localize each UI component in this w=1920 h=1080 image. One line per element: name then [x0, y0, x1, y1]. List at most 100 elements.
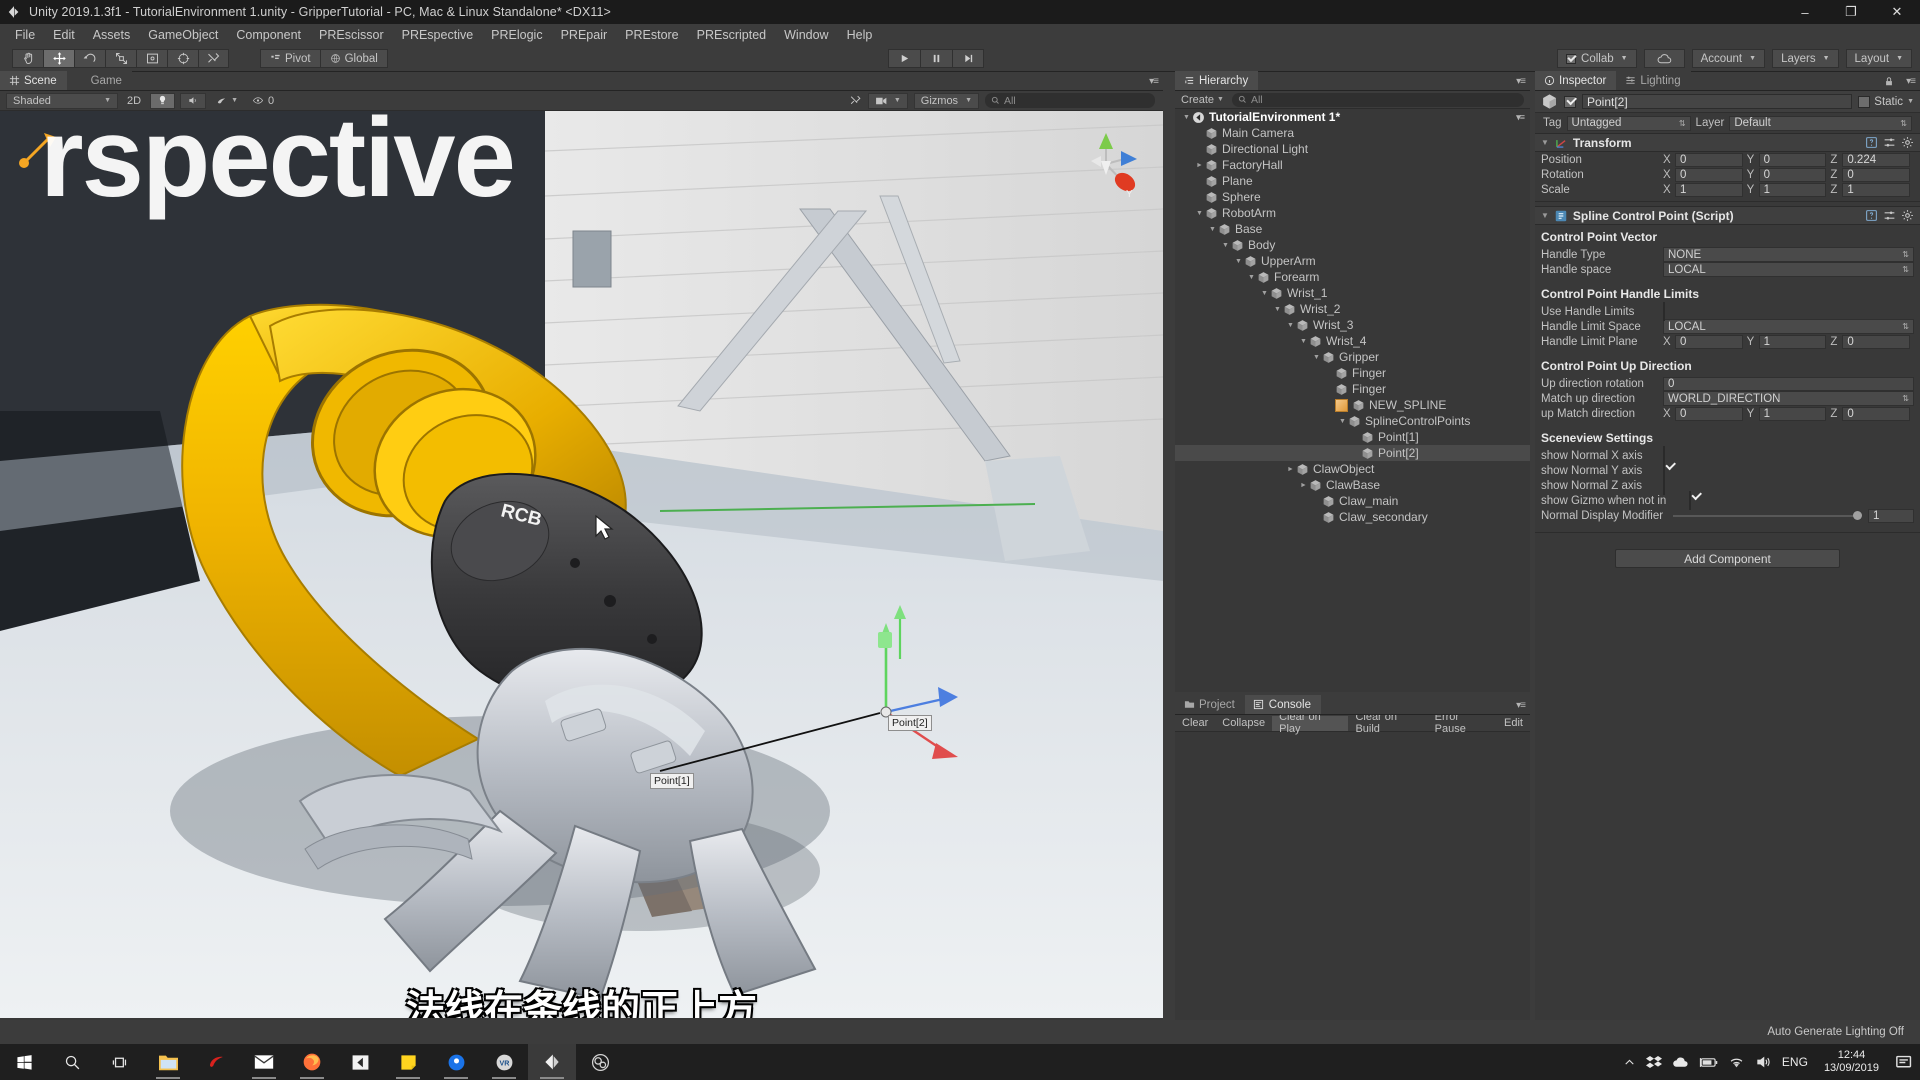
- transform-component-header[interactable]: ▼ Transform: [1535, 133, 1920, 152]
- camera-settings-button[interactable]: ▼: [867, 92, 908, 109]
- tab-game[interactable]: Game: [66, 71, 132, 90]
- menu-item-prestore[interactable]: PREstore: [616, 26, 688, 44]
- transform-rotation-z-field[interactable]: 0: [1842, 167, 1911, 182]
- minimize-button[interactable]: –: [1782, 0, 1828, 24]
- hierarchy-item-upperarm[interactable]: ▼ UpperArm: [1175, 253, 1530, 269]
- transform-position-x-field[interactable]: 0: [1675, 152, 1743, 167]
- hierarchy-tree[interactable]: ▼ TutorialEnvironment 1* ▾≡ Main Camera Dire…: [1175, 109, 1530, 692]
- hierarchy-item-wrist-3[interactable]: ▼ Wrist_3: [1175, 317, 1530, 333]
- collab-button[interactable]: Collab ▼: [1557, 49, 1637, 68]
- notifications-icon[interactable]: [1895, 1054, 1914, 1071]
- task-view-button[interactable]: [96, 1044, 144, 1080]
- menu-item-prespective[interactable]: PREspective: [393, 26, 483, 44]
- hierarchy-tab-menu-icon[interactable]: ▾≡: [1516, 76, 1526, 87]
- vr-app-button[interactable]: VR: [480, 1044, 528, 1080]
- scene-tab-menu-icon[interactable]: ▾≡: [1149, 76, 1159, 87]
- chevron-down-icon[interactable]: ▼: [1194, 208, 1205, 219]
- hierarchy-item-main-camera[interactable]: Main Camera: [1175, 125, 1530, 141]
- hierarchy-item-tutorialenvironment-1[interactable]: ▼ TutorialEnvironment 1* ▾≡: [1175, 109, 1530, 125]
- dropbox-icon[interactable]: [1645, 1054, 1662, 1070]
- rect-tool-button[interactable]: [136, 49, 167, 68]
- transform-tool-button[interactable]: [167, 49, 198, 68]
- show-gizmo-checkbox[interactable]: [1689, 490, 1691, 510]
- up-match-y-field[interactable]: 1: [1758, 406, 1827, 421]
- console-tab-menu-icon[interactable]: ▾≡: [1516, 700, 1526, 711]
- rotate-tool-button[interactable]: [74, 49, 105, 68]
- hierarchy-item-body[interactable]: ▼ Body: [1175, 237, 1530, 253]
- transform-position-y-field[interactable]: 0: [1758, 152, 1827, 167]
- slider-knob[interactable]: [1853, 511, 1862, 520]
- clock[interactable]: 12:44 13/09/2019: [1818, 1049, 1885, 1075]
- normal-display-modifier-value[interactable]: 1: [1868, 509, 1914, 523]
- foldout-arrow-icon[interactable]: ▼: [1541, 211, 1549, 220]
- scene-tools-icon[interactable]: [849, 94, 862, 107]
- handle-space-dropdown[interactable]: LOCAL ⇅: [1663, 262, 1914, 277]
- audio-toggle-button[interactable]: [180, 92, 207, 109]
- hierarchy-item-forearm[interactable]: ▼ Forearm: [1175, 269, 1530, 285]
- lighting-toggle-button[interactable]: [150, 92, 176, 109]
- chevron-down-icon[interactable]: ▼: [1285, 320, 1296, 331]
- hierarchy-item-base[interactable]: ▼ Base: [1175, 221, 1530, 237]
- hierarchy-item-clawobject[interactable]: ► ClawObject: [1175, 461, 1530, 477]
- console-clear-button[interactable]: Clear: [1175, 716, 1215, 731]
- scene-orientation-gizmo[interactable]: Y: [1071, 129, 1141, 199]
- onedrive-icon[interactable]: [1672, 1056, 1689, 1069]
- up-match-x-field[interactable]: 0: [1675, 406, 1743, 421]
- file-explorer-button[interactable]: [144, 1044, 192, 1080]
- static-toggle[interactable]: Static ▼: [1858, 95, 1914, 108]
- show-normal-z-checkbox[interactable]: [1663, 475, 1665, 495]
- console-log-area[interactable]: [1175, 732, 1530, 1020]
- gizmos-dropdown[interactable]: Gizmos ▼: [913, 92, 979, 109]
- menu-item-window[interactable]: Window: [775, 26, 837, 44]
- language-indicator[interactable]: ENG: [1782, 1055, 1808, 1069]
- console-collapse-button[interactable]: Collapse: [1215, 716, 1272, 731]
- chevron-down-icon[interactable]: ▼: [1207, 224, 1218, 235]
- chevron-down-icon[interactable]: ▼: [1233, 256, 1244, 267]
- play-button[interactable]: [888, 49, 920, 68]
- transform-position-z-field[interactable]: 0.224: [1842, 152, 1911, 167]
- layer-dropdown[interactable]: Default ⇅: [1729, 115, 1912, 131]
- chevron-down-icon[interactable]: ▼: [1246, 272, 1257, 283]
- close-button[interactable]: ✕: [1874, 0, 1920, 24]
- hierarchy-item-factoryhall[interactable]: ► FactoryHall: [1175, 157, 1530, 173]
- hierarchy-search-input[interactable]: All: [1231, 92, 1524, 107]
- tray-expand-icon[interactable]: [1623, 1056, 1636, 1069]
- tab-project[interactable]: Project: [1175, 695, 1245, 714]
- start-button[interactable]: [0, 1044, 48, 1080]
- transform-scale-x-field[interactable]: 1: [1675, 182, 1743, 197]
- transform-rotation-y-field[interactable]: 0: [1758, 167, 1827, 182]
- hierarchy-item-point-2[interactable]: Point[2]: [1175, 445, 1530, 461]
- static-checkbox[interactable]: [1858, 95, 1871, 108]
- menu-item-prescissor[interactable]: PREscissor: [310, 26, 393, 44]
- chevron-down-icon[interactable]: ▼: [1220, 240, 1231, 251]
- hand-tool-button[interactable]: [12, 49, 43, 68]
- console-clear-on-play-button[interactable]: Clear on Play: [1272, 711, 1349, 735]
- up-direction-rotation-field[interactable]: 0: [1663, 376, 1914, 391]
- chevron-right-icon[interactable]: ►: [1285, 464, 1296, 475]
- custom-editor-tool-button[interactable]: [198, 49, 229, 68]
- scene-canvas[interactable]: RCB Y rspective Point[2] Point[1] 法线在条线的…: [0, 111, 1163, 1018]
- global-button[interactable]: Global: [319, 49, 388, 68]
- shading-mode-dropdown[interactable]: Shaded ▼: [6, 92, 118, 109]
- volume-icon[interactable]: [1755, 1055, 1772, 1069]
- hierarchy-item-gripper[interactable]: ▼ Gripper: [1175, 349, 1530, 365]
- menu-item-edit[interactable]: Edit: [44, 26, 84, 44]
- hierarchy-item-claw-main[interactable]: Claw_main: [1175, 493, 1530, 509]
- menu-item-assets[interactable]: Assets: [84, 26, 140, 44]
- hierarchy-item-clawbase[interactable]: ► ClawBase: [1175, 477, 1530, 493]
- menu-item-component[interactable]: Component: [227, 26, 310, 44]
- scene-context-menu-icon[interactable]: ▾≡: [1516, 112, 1530, 123]
- mail-button[interactable]: [240, 1044, 288, 1080]
- pivot-button[interactable]: Pivot: [260, 49, 320, 68]
- account-button[interactable]: Account ▼: [1691, 49, 1766, 68]
- hierarchy-item-plane[interactable]: Plane: [1175, 173, 1530, 189]
- chevron-down-icon[interactable]: ▼: [1272, 304, 1283, 315]
- maps-button[interactable]: [432, 1044, 480, 1080]
- tab-hierarchy[interactable]: Hierarchy: [1175, 71, 1259, 90]
- handle-type-dropdown[interactable]: NONE ⇅: [1663, 247, 1914, 262]
- chevron-right-icon[interactable]: ►: [1298, 480, 1309, 491]
- scene-visibility-toggle[interactable]: 0: [247, 95, 278, 107]
- chevron-down-icon[interactable]: ▼: [1311, 352, 1322, 363]
- hierarchy-item-robotarm[interactable]: ▼ RobotArm: [1175, 205, 1530, 221]
- unity-editor-button[interactable]: [528, 1044, 576, 1080]
